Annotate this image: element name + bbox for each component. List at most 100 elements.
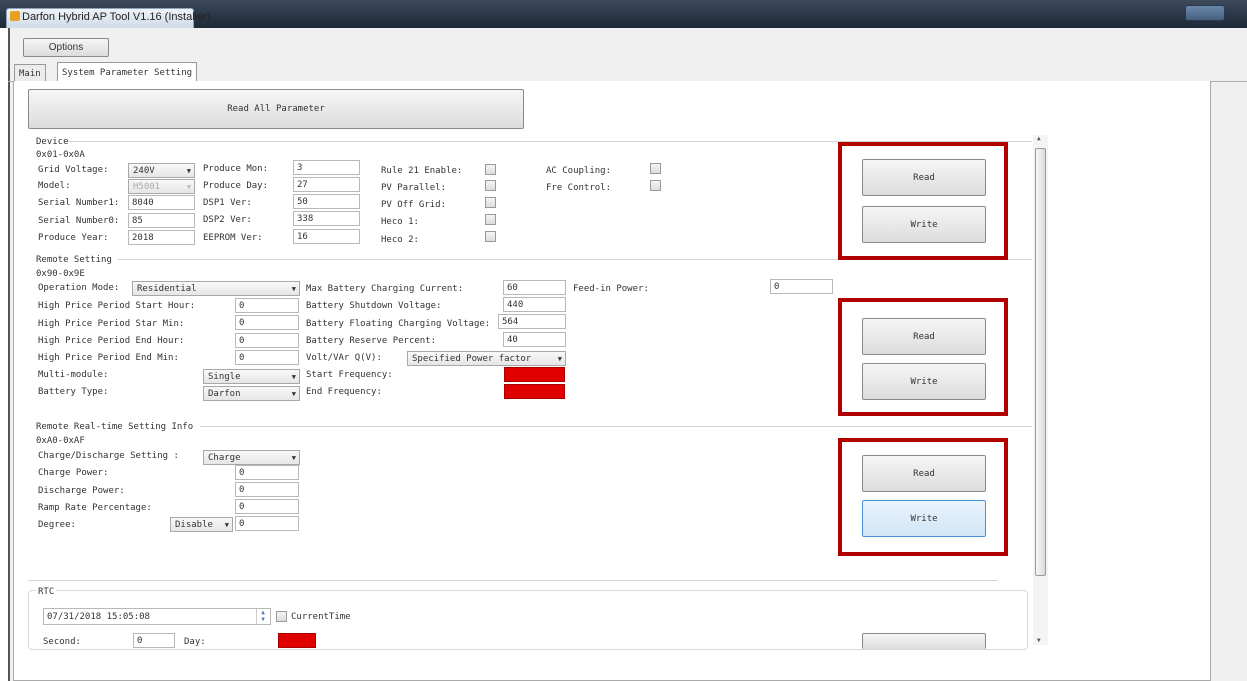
pv-parallel-label: PV Parallel: [381, 183, 447, 193]
realtime-read-button[interactable]: Read [862, 455, 986, 492]
heco1-checkbox[interactable] [485, 214, 496, 225]
model-label: Model: [38, 181, 71, 191]
multi-module-select[interactable]: Single ▼ [203, 369, 300, 384]
hp-star-min-input[interactable]: 0 [235, 315, 299, 330]
op-mode-label: Operation Mode: [38, 283, 120, 293]
produce-mon-input[interactable]: 3 [293, 160, 360, 175]
window-controls[interactable] [1185, 5, 1225, 21]
pv-off-grid-label: PV Off Grid: [381, 200, 447, 210]
rule21-label: Rule 21 Enable: [381, 166, 463, 176]
device-write-button[interactable]: Write [862, 206, 986, 243]
cd-setting-select[interactable]: Charge ▼ [203, 450, 300, 465]
floating-label: Battery Floating Charging Voltage: [306, 319, 491, 329]
reserve-input[interactable]: 40 [503, 332, 566, 347]
shutdown-label: Battery Shutdown Voltage: [306, 301, 442, 311]
heco2-checkbox[interactable] [485, 231, 496, 242]
rule21-checkbox[interactable] [485, 164, 496, 175]
device-range: 0x01-0x0A [36, 150, 85, 160]
degree-select-value: Disable [175, 519, 213, 530]
ramp-rate-input[interactable]: 0 [235, 499, 299, 514]
chevron-down-icon: ▼ [291, 284, 296, 293]
device-read-button[interactable]: Read [862, 159, 986, 196]
rtc-datetime-value: 07/31/2018 15:05:08 [47, 611, 150, 622]
realtime-range: 0xA0-0xAF [36, 436, 85, 446]
hp-end-min-input[interactable]: 0 [235, 350, 299, 365]
eeprom-input[interactable]: 16 [293, 229, 360, 244]
rtc-second-label: Second: [43, 637, 81, 647]
multi-module-label: Multi-module: [38, 370, 109, 380]
ac-coupling-label: AC Coupling: [546, 166, 612, 176]
end-freq-input[interactable] [504, 384, 565, 399]
pv-off-grid-checkbox[interactable] [485, 197, 496, 208]
ac-coupling-checkbox[interactable] [650, 163, 661, 174]
rtc-datetime-picker[interactable]: 07/31/2018 15:05:08 [43, 608, 271, 625]
rtc-second-input[interactable]: 0 [133, 633, 175, 648]
rtc-day-input[interactable] [278, 633, 316, 648]
dsp1-input[interactable]: 50 [293, 194, 360, 209]
reserve-label: Battery Reserve Percent: [306, 336, 437, 346]
serial1-input[interactable]: 8040 [128, 195, 195, 210]
dsp2-input[interactable]: 338 [293, 211, 360, 226]
realtime-write-button[interactable]: Write [862, 500, 986, 537]
scroll-up-arrow-icon[interactable]: ▲ [1037, 135, 1041, 142]
chevron-down-icon: ▼ [291, 453, 296, 462]
model-select[interactable]: H5001 ▼ [128, 179, 195, 194]
voltvar-select[interactable]: Specified Power factor ▼ [407, 351, 566, 366]
tab-main[interactable]: Main [14, 64, 46, 82]
voltvar-value: Specified Power factor [412, 353, 532, 364]
scroll-down-arrow-icon[interactable]: ▼ [1037, 637, 1041, 644]
rtc-read-button[interactable] [862, 633, 986, 649]
dsp1-label: DSP1 Ver: [203, 198, 252, 208]
grid-voltage-select[interactable]: 240V ▼ [128, 163, 195, 178]
realtime-group-bottom [28, 580, 998, 581]
current-time-checkbox[interactable] [276, 611, 287, 622]
shutdown-input[interactable]: 440 [503, 297, 566, 312]
fre-control-checkbox[interactable] [650, 180, 661, 191]
model-value: H5001 [133, 181, 161, 192]
degree-label: Degree: [38, 520, 76, 530]
hp-start-hour-input[interactable]: 0 [235, 298, 299, 313]
produce-day-label: Produce Day: [203, 181, 269, 191]
degree-select[interactable]: Disable ▼ [170, 517, 233, 532]
options-button[interactable]: Options [23, 38, 109, 57]
tab-system-parameter-setting[interactable]: System Parameter Setting [57, 62, 198, 82]
battery-type-value: Darfon [208, 388, 241, 399]
ramp-rate-label: Ramp Rate Percentage: [38, 503, 152, 513]
hp-end-hour-input[interactable]: 0 [235, 333, 299, 348]
max-charge-input[interactable]: 60 [503, 280, 566, 295]
grid-voltage-label: Grid Voltage: [38, 165, 109, 175]
produce-day-input[interactable]: 27 [293, 177, 360, 192]
scrollbar-thumb[interactable] [1035, 148, 1046, 576]
feed-in-input[interactable]: 0 [770, 279, 833, 294]
charge-power-label: Charge Power: [38, 468, 109, 478]
serial0-input[interactable]: 85 [128, 213, 195, 228]
op-mode-value: Residential [137, 283, 197, 294]
battery-type-select[interactable]: Darfon ▼ [203, 386, 300, 401]
cd-setting-value: Charge [208, 452, 241, 463]
realtime-title: Remote Real-time Setting Info [36, 422, 194, 432]
serial1-label: Serial Number1: [38, 198, 120, 208]
chevron-down-icon: ▼ [186, 182, 191, 191]
remote-write-button[interactable]: Write [862, 363, 986, 400]
heco2-label: Heco 2: [381, 235, 419, 245]
discharge-power-input[interactable]: 0 [235, 482, 299, 497]
produce-mon-label: Produce Mon: [203, 164, 269, 174]
end-freq-label: End Frequency: [306, 387, 382, 397]
multi-module-value: Single [208, 371, 241, 382]
grid-voltage-value: 240V [133, 165, 155, 176]
floating-input[interactable]: 564 [498, 314, 566, 329]
read-all-parameter-button[interactable]: Read All Parameter [28, 89, 524, 129]
start-freq-input[interactable] [504, 367, 565, 382]
eeprom-label: EEPROM Ver: [203, 233, 263, 243]
charge-power-input[interactable]: 0 [235, 465, 299, 480]
device-title: Device [36, 137, 69, 147]
produce-year-input[interactable]: 2018 [128, 230, 195, 245]
spin-updown-icon[interactable]: ▲ ▼ [256, 609, 269, 624]
degree-input[interactable]: 0 [235, 516, 299, 531]
hp-end-hour-label: High Price Period End Hour: [38, 336, 185, 346]
op-mode-select[interactable]: Residential ▼ [132, 281, 300, 296]
pv-parallel-checkbox[interactable] [485, 180, 496, 191]
remote-read-button[interactable]: Read [862, 318, 986, 355]
voltvar-label: Volt/VAr Q(V): [306, 353, 382, 363]
chevron-down-icon: ▼ [224, 520, 229, 529]
